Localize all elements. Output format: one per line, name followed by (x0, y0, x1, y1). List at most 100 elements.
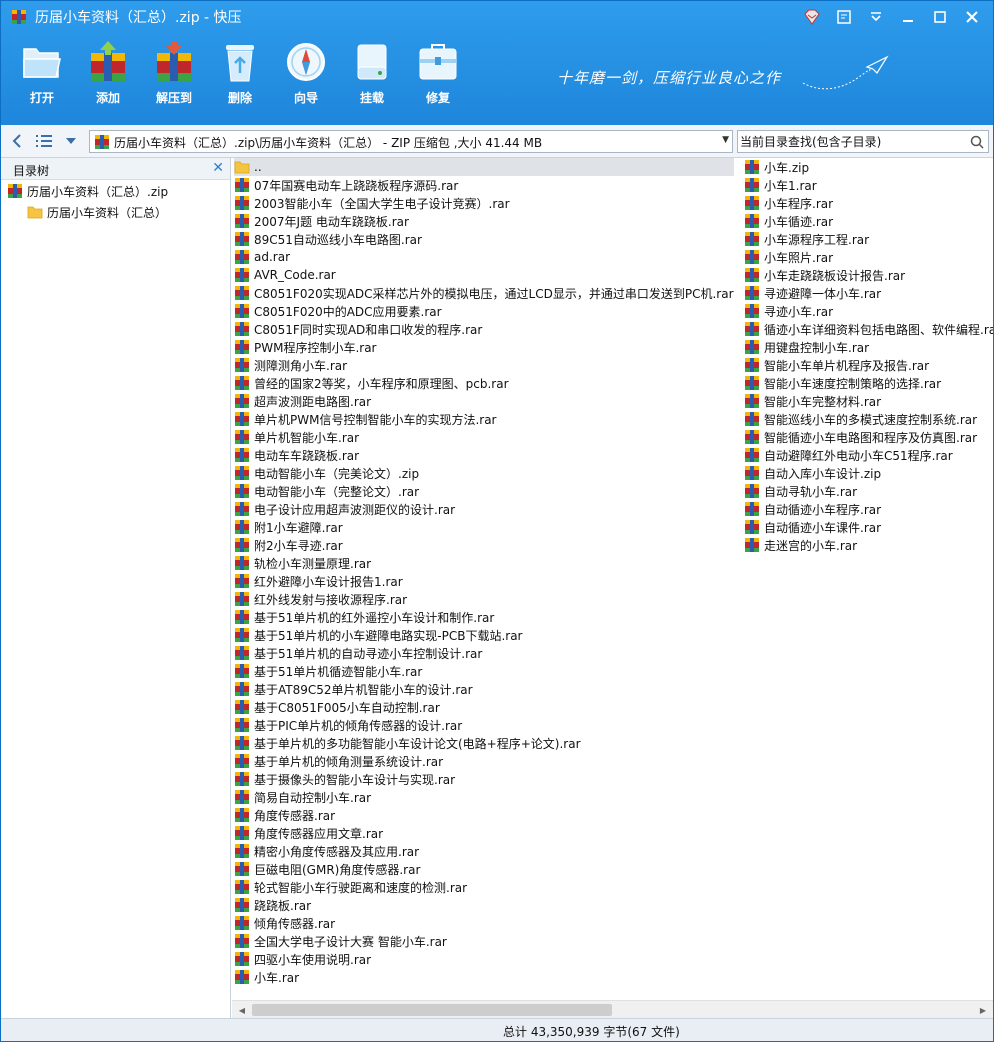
back-arrow-icon[interactable] (7, 131, 27, 151)
file-item[interactable]: PWM程序控制小车.rar (234, 338, 734, 356)
file-item[interactable]: 基于单片机的多功能智能小车设计论文(电路+程序+论文).rar (234, 734, 734, 752)
file-item[interactable]: 基于51单片机循迹智能小车.rar (234, 662, 734, 680)
file-item[interactable]: 自动循迹小车程序.rar (744, 500, 993, 518)
file-item[interactable]: 基于单片机的倾角测量系统设计.rar (234, 752, 734, 770)
file-item[interactable]: 基于51单片机的自动寻迹小车控制设计.rar (234, 644, 734, 662)
file-item[interactable]: 走迷宫的小车.rar (744, 536, 993, 554)
archive-icon (235, 790, 249, 804)
file-item[interactable]: 智能小车速度控制策略的选择.rar (744, 374, 993, 392)
feedback-icon[interactable] (829, 5, 859, 29)
vip-diamond-icon[interactable] (797, 5, 827, 29)
scroll-thumb[interactable] (252, 1004, 612, 1016)
file-item[interactable]: 2007年J题 电动车跷跷板.rar (234, 212, 734, 230)
tree-close-icon[interactable]: ✕ (212, 160, 224, 176)
file-item[interactable]: 07年国赛电动车上跷跷板程序源码.rar (234, 176, 734, 194)
file-item[interactable]: 自动入库小车设计.zip (744, 464, 993, 482)
file-item[interactable]: 红外避障小车设计报告1.rar (234, 572, 734, 590)
file-item[interactable]: 电动智能小车（完美论文）.zip (234, 464, 734, 482)
file-item[interactable]: 单片机PWM信号控制智能小车的实现方法.rar (234, 410, 734, 428)
file-item[interactable]: 附1小车避障.rar (234, 518, 734, 536)
tree-node-folder[interactable]: 历届小车资料（汇总） (27, 203, 167, 221)
file-item[interactable]: 基于51单片机的红外遥控小车设计和制作.rar (234, 608, 734, 626)
wizard-button[interactable]: 向导 (273, 39, 339, 109)
file-item[interactable]: C8051F020中的ADC应用要素.rar (234, 302, 734, 320)
file-item[interactable]: 电动智能小车（完整论文）.rar (234, 482, 734, 500)
file-item[interactable]: 简易自动控制小车.rar (234, 788, 734, 806)
file-item[interactable]: 小车.rar (234, 968, 734, 986)
parent-folder-item[interactable]: .. (234, 158, 734, 176)
file-item[interactable]: 自动寻轨小车.rar (744, 482, 993, 500)
file-item[interactable]: 小车源程序工程.rar (744, 230, 993, 248)
maximize-icon[interactable] (925, 5, 955, 29)
minimize-icon[interactable] (893, 5, 923, 29)
file-item[interactable]: 2003智能小车（全国大学生电子设计竞赛）.rar (234, 194, 734, 212)
file-item[interactable]: 轨检小车测量原理.rar (234, 554, 734, 572)
archive-icon (745, 268, 759, 282)
open-button[interactable]: 打开 (9, 39, 75, 109)
file-item[interactable]: 四驱小车使用说明.rar (234, 950, 734, 968)
file-item[interactable]: 智能小车单片机程序及报告.rar (744, 356, 993, 374)
file-item[interactable]: 轮式智能小车行驶距离和速度的检测.rar (234, 878, 734, 896)
file-item[interactable]: 小车循迹.rar (744, 212, 993, 230)
mount-button[interactable]: 挂载 (339, 39, 405, 109)
file-item[interactable]: 电子设计应用超声波测距仪的设计.rar (234, 500, 734, 518)
tree-node-root[interactable]: 历届小车资料（汇总）.zip (7, 182, 168, 200)
file-item[interactable]: 电动车车跷跷板.rar (234, 446, 734, 464)
file-item[interactable]: 智能小车完整材料.rar (744, 392, 993, 410)
file-item[interactable]: 精密小角度传感器及其应用.rar (234, 842, 734, 860)
view-dropdown-icon[interactable] (61, 131, 81, 151)
file-item[interactable]: 小车.zip (744, 158, 993, 176)
file-item[interactable]: 用键盘控制小车.rar (744, 338, 993, 356)
extract-button[interactable]: 解压到 (141, 39, 207, 109)
file-item[interactable]: 红外线发射与接收源程序.rar (234, 590, 734, 608)
file-item[interactable]: 角度传感器应用文章.rar (234, 824, 734, 842)
file-item[interactable]: 附2小车寻迹.rar (234, 536, 734, 554)
file-item[interactable]: 89C51自动巡线小车电路图.rar (234, 230, 734, 248)
file-item[interactable]: 基于C8051F005小车自动控制.rar (234, 698, 734, 716)
file-item[interactable]: 智能巡线小车的多模式速度控制系统.rar (744, 410, 993, 428)
search-icon[interactable] (970, 135, 984, 149)
scroll-right-icon[interactable]: ▶ (975, 1003, 991, 1017)
delete-button[interactable]: 删除 (207, 39, 273, 109)
file-item[interactable]: 基于AT89C52单片机智能小车的设计.rar (234, 680, 734, 698)
file-item[interactable]: 测障测角小车.rar (234, 356, 734, 374)
file-item[interactable]: 基于摄像头的智能小车设计与实现.rar (234, 770, 734, 788)
file-item[interactable]: 倾角传感器.rar (234, 914, 734, 932)
file-item[interactable]: 基于51单片机的小车避障电路实现-PCB下载站.rar (234, 626, 734, 644)
close-icon[interactable] (957, 5, 987, 29)
file-item[interactable]: 巨磁电阻(GMR)角度传感器.rar (234, 860, 734, 878)
search-input[interactable] (740, 133, 965, 150)
file-name: C8051F020中的ADC应用要素.rar (254, 304, 442, 319)
file-item[interactable]: C8051F同时实现AD和串口收发的程序.rar (234, 320, 734, 338)
file-item[interactable]: 寻迹避障一体小车.rar (744, 284, 993, 302)
file-item[interactable]: 跷跷板.rar (234, 896, 734, 914)
file-item[interactable]: 基于PIC单片机的倾角传感器的设计.rar (234, 716, 734, 734)
repair-button[interactable]: 修复 (405, 39, 471, 109)
file-item[interactable]: 角度传感器.rar (234, 806, 734, 824)
scroll-left-icon[interactable]: ◀ (234, 1003, 250, 1017)
file-item[interactable]: 小车照片.rar (744, 248, 993, 266)
menu-dropdown-icon[interactable] (861, 5, 891, 29)
file-name: 单片机PWM信号控制智能小车的实现方法.rar (254, 412, 497, 427)
file-item[interactable]: 全国大学电子设计大赛 智能小车.rar (234, 932, 734, 950)
file-item[interactable]: 曾经的国家2等奖，小车程序和原理图、pcb.rar (234, 374, 734, 392)
file-item[interactable]: AVR_Code.rar (234, 266, 734, 284)
file-item[interactable]: 超声波测距电路图.rar (234, 392, 734, 410)
file-item[interactable]: 循迹小车详细资料包括电路图、软件编程.rar (744, 320, 993, 338)
path-field[interactable]: 历届小车资料（汇总）.zip\历届小车资料（汇总） - ZIP 压缩包 ,大小 … (89, 130, 733, 153)
horizontal-scrollbar[interactable]: ◀ ▶ (232, 1000, 993, 1018)
file-item[interactable]: 小车走跷跷板设计报告.rar (744, 266, 993, 284)
file-item[interactable]: 自动避障红外电动小车C51程序.rar (744, 446, 993, 464)
file-item[interactable]: 单片机智能小车.rar (234, 428, 734, 446)
file-item[interactable]: 小车1.rar (744, 176, 993, 194)
file-item[interactable]: 寻迹小车.rar (744, 302, 993, 320)
file-item[interactable]: 自动循迹小车课件.rar (744, 518, 993, 536)
view-list-icon[interactable] (33, 131, 55, 151)
file-name: 跷跷板.rar (254, 898, 312, 913)
file-item[interactable]: 智能循迹小车电路图和程序及仿真图.rar (744, 428, 993, 446)
file-item[interactable]: C8051F020实现ADC采样芯片外的模拟电压，通过LCD显示，并通过串口发送… (234, 284, 734, 302)
file-item[interactable]: ad.rar (234, 248, 734, 266)
add-button[interactable]: 添加 (75, 39, 141, 109)
file-item[interactable]: 小车程序.rar (744, 194, 993, 212)
path-dropdown-icon[interactable]: ▼ (722, 135, 729, 145)
